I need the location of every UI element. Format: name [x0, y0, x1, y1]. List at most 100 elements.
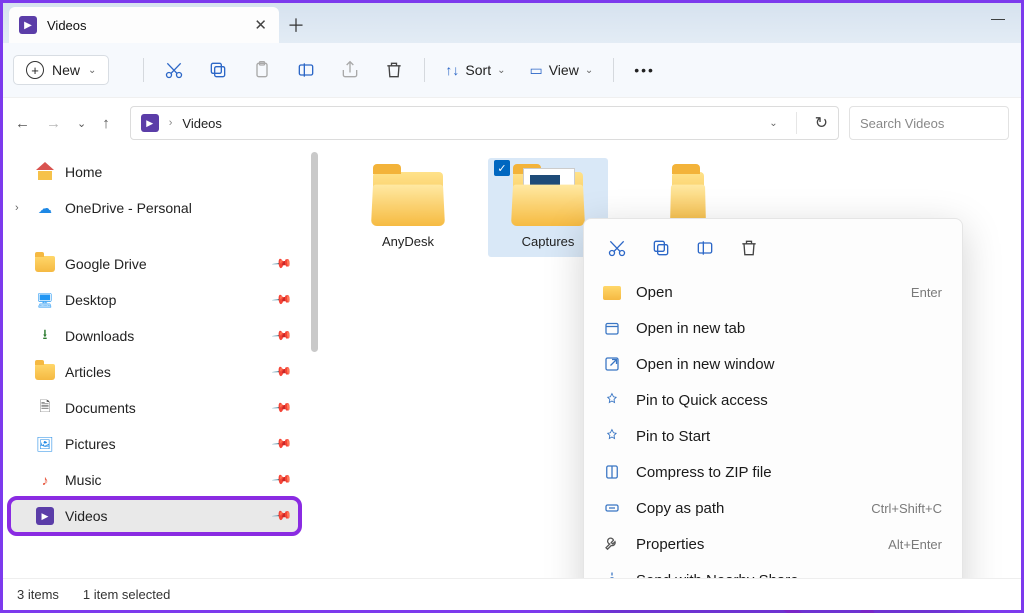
new-label: New [52, 62, 80, 78]
rename-button[interactable] [286, 52, 326, 88]
cut-button[interactable] [154, 52, 194, 88]
newwin-icon [602, 355, 622, 373]
nav-label: Articles [65, 364, 111, 380]
close-tab-button[interactable]: ✕ [254, 16, 267, 34]
window-controls: — [975, 3, 1021, 43]
pin-icon: 📌 [271, 469, 294, 492]
item-count: 3 items [17, 587, 59, 602]
view-button[interactable]: ▭ View ⌄ [519, 62, 603, 79]
chevron-down-icon: ⌄ [497, 65, 505, 76]
search-input[interactable]: Search Videos [849, 106, 1009, 140]
nav-label: Music [65, 472, 102, 488]
menu-item-open-in-new-window[interactable]: Open in new window [584, 346, 962, 382]
zip-icon [602, 463, 622, 481]
path-icon [602, 499, 622, 517]
file-explorer-window: ▶ Videos ✕ ＋ — + New ⌄ [0, 0, 1024, 613]
forward-button[interactable]: → [46, 115, 61, 132]
pin-icon: 📌 [271, 361, 294, 384]
menu-item-label: Pin to Quick access [636, 392, 928, 409]
back-button[interactable]: ← [15, 115, 30, 132]
nav-documents[interactable]: 🗎 Documents 📌 [9, 390, 300, 426]
scrollbar-thumb[interactable] [311, 152, 318, 352]
nav-label: Google Drive [65, 256, 147, 272]
nav-downloads[interactable]: ⭳ Downloads 📌 [9, 318, 300, 354]
menu-item-pin-to-start[interactable]: Pin to Start [584, 418, 962, 454]
chevron-right-icon: › [169, 117, 173, 129]
menu-item-properties[interactable]: Properties Alt+Enter [584, 526, 962, 562]
copy-button[interactable] [198, 52, 238, 88]
menu-item-pin-to-quick-access[interactable]: Pin to Quick access [584, 382, 962, 418]
view-icon: ▭ [529, 62, 542, 79]
menu-item-label: Open in new tab [636, 320, 928, 337]
recent-dropdown[interactable]: ⌄ [77, 117, 86, 130]
rename-button[interactable] [686, 231, 724, 265]
chevron-down-icon[interactable]: ⌄ [769, 118, 777, 129]
breadcrumb[interactable]: Videos [182, 116, 222, 131]
folder-anydesk[interactable]: AnyDesk [348, 158, 468, 257]
pin-icon: 📌 [271, 397, 294, 420]
address-row: ← → ⌄ ↑ ▶ › Videos ⌄ ↻ Search Videos [3, 98, 1021, 148]
more-button[interactable]: ••• [624, 62, 665, 78]
folder-icon [35, 254, 55, 274]
folder-icon [35, 362, 55, 382]
cut-button[interactable] [598, 231, 636, 265]
menu-item-label: Open [636, 284, 897, 301]
tab-videos[interactable]: ▶ Videos ✕ [9, 7, 279, 43]
wrench-icon [602, 535, 622, 553]
address-bar[interactable]: ▶ › Videos ⌄ ↻ [130, 106, 839, 140]
nav-label: Desktop [65, 292, 116, 308]
tab-label: Videos [47, 18, 244, 33]
menu-item-accelerator: Enter [911, 285, 942, 300]
download-icon: ⭳ [35, 326, 55, 346]
up-button[interactable]: ↑ [102, 115, 110, 132]
delete-button[interactable] [730, 231, 768, 265]
folder-icon [668, 166, 708, 226]
new-button[interactable]: + New ⌄ [13, 55, 109, 85]
nav-label: Home [65, 164, 102, 180]
context-menu: Open Enter Open in new tab Open in new wind… [583, 218, 963, 609]
nav-articles[interactable]: Articles 📌 [9, 354, 300, 390]
nav-label: Pictures [65, 436, 116, 452]
nav-buttons: ← → ⌄ ↑ [15, 115, 110, 132]
folder-icon [509, 166, 587, 226]
menu-item-open-in-new-tab[interactable]: Open in new tab [584, 310, 962, 346]
status-bar: 3 items 1 item selected [3, 578, 1021, 610]
menu-item-open[interactable]: Open Enter [584, 275, 962, 310]
view-label: View [549, 62, 579, 78]
music-icon: ♪ [35, 470, 55, 490]
sort-label: Sort [465, 62, 491, 78]
nav-home[interactable]: Home [9, 154, 300, 190]
menu-item-label: Pin to Start [636, 428, 928, 445]
menu-item-accelerator: Alt+Enter [888, 537, 942, 552]
pin-icon [602, 391, 622, 409]
paste-button[interactable] [242, 52, 282, 88]
new-tab-button[interactable]: ＋ [279, 7, 313, 43]
menu-item-compress-to-zip-file[interactable]: Compress to ZIP file [584, 454, 962, 490]
nav-desktop[interactable]: 🖥 Desktop 📌 [9, 282, 300, 318]
chevron-right-icon[interactable]: › [15, 202, 19, 214]
copy-button[interactable] [642, 231, 680, 265]
pin-icon: 📌 [271, 433, 294, 456]
refresh-button[interactable]: ↻ [815, 113, 828, 133]
delete-button[interactable] [374, 52, 414, 88]
nav-label: Videos [65, 508, 108, 524]
nav-videos[interactable]: ▶ Videos 📌 [9, 498, 300, 534]
nav-music[interactable]: ♪ Music 📌 [9, 462, 300, 498]
sort-button[interactable]: ↑↓ Sort ⌄ [435, 62, 515, 78]
nav-google-drive[interactable]: Google Drive 📌 [9, 246, 300, 282]
menu-item-label: Properties [636, 536, 874, 553]
command-bar: + New ⌄ ↑↓ Sort ⌄ ▭ V [3, 43, 1021, 98]
share-button[interactable] [330, 52, 370, 88]
menu-item-accelerator: Ctrl+Shift+C [871, 501, 942, 516]
pictures-icon: 🖼 [35, 434, 55, 454]
menu-item-copy-as-path[interactable]: Copy as pathCtrl+Shift+C [584, 490, 962, 526]
folder-icon [602, 286, 622, 300]
minimize-button[interactable]: — [975, 3, 1021, 33]
nav-pictures[interactable]: 🖼 Pictures 📌 [9, 426, 300, 462]
pin-icon: 📌 [271, 505, 294, 528]
nav-label: Downloads [65, 328, 134, 344]
pin-icon: 📌 [271, 253, 294, 276]
nav-onedrive[interactable]: › ☁ OneDrive - Personal [9, 190, 300, 226]
search-placeholder: Search Videos [860, 116, 944, 131]
file-label: Captures [522, 234, 575, 249]
